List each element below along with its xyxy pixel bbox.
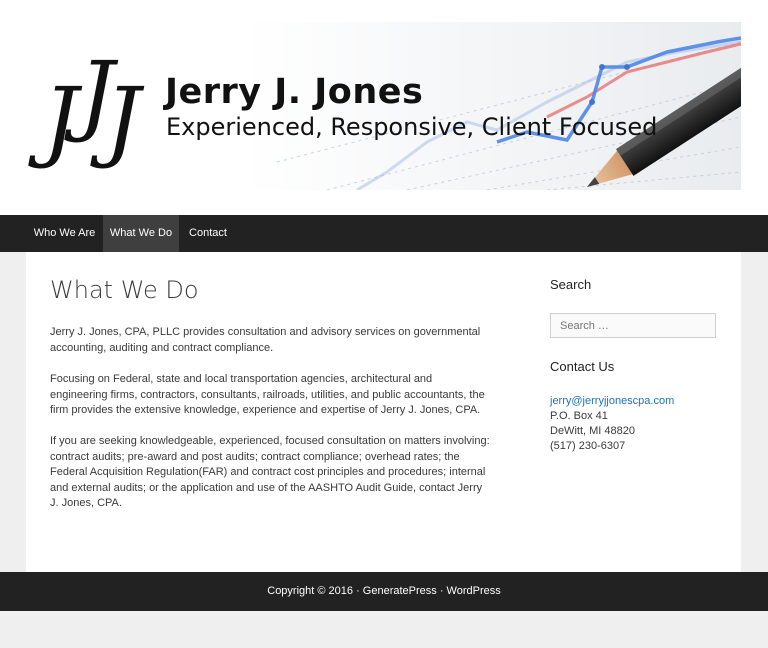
search-widget-title: Search (550, 277, 592, 292)
main-navigation: Who We Are What We Do Contact (0, 215, 768, 252)
nav-item-who-we-are[interactable]: Who We Are (27, 215, 102, 252)
nav-item-contact[interactable]: Contact (180, 215, 236, 252)
contact-po-box: P.O. Box 41 (550, 410, 608, 422)
contact-email-link[interactable]: jerry@jerryjjonescpa.com (550, 394, 674, 410)
brand-tagline: Experienced, Responsive, Client Focused (166, 113, 658, 141)
site-header: J J J Jerry J. Jones Experienced, Respon… (0, 0, 768, 215)
intro-paragraph: Jerry J. Jones, CPA, PLLC provides consu… (50, 326, 481, 354)
footer-copyright: Copyright © 2016 · GeneratePress · WordP… (267, 585, 501, 597)
contact-phone: (517) 230-6307 (550, 440, 626, 452)
search-input[interactable] (550, 313, 716, 338)
contact-city: DeWitt, MI 48820 (550, 425, 635, 437)
nav-item-what-we-do[interactable]: What We Do (103, 215, 179, 252)
contact-widget-title: Contact Us (550, 359, 615, 374)
site-footer: Copyright © 2016 · GeneratePress · WordP… (0, 572, 768, 611)
brand-name: Jerry J. Jones (165, 72, 424, 112)
header-banner[interactable]: J J J Jerry J. Jones Experienced, Respon… (27, 22, 741, 190)
focus-paragraph: Focusing on Federal, state and local tra… (50, 373, 485, 416)
consultation-paragraph: If you are seeking knowledgeable, experi… (50, 435, 490, 509)
page-title: What We Do (50, 276, 199, 304)
content-area: What We Do Jerry J. Jones, CPA, PLLC pro… (26, 252, 741, 572)
